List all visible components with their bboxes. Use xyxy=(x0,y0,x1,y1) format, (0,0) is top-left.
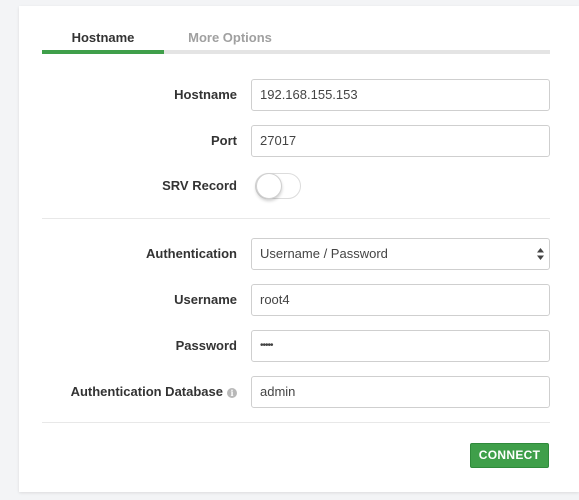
select-arrows-icon xyxy=(537,248,544,260)
authentication-selected-value: Username / Password xyxy=(260,246,388,261)
hostname-input[interactable]: 192.168.155.153 xyxy=(251,79,550,111)
password-label: Password xyxy=(175,338,237,353)
tab-more-options[interactable]: More Options xyxy=(164,28,296,50)
authentication-select[interactable]: Username / Password xyxy=(251,238,550,270)
connect-button[interactable]: CONNECT xyxy=(470,443,549,468)
tab-hostname[interactable]: Hostname xyxy=(42,28,164,50)
footer-divider xyxy=(42,422,550,423)
srv-record-label: SRV Record xyxy=(162,178,237,193)
port-input[interactable]: 27017 xyxy=(251,125,550,157)
connect-form-card: Hostname More Options Hostname 192.168.1… xyxy=(19,6,579,492)
auth-database-label: Authentication Database xyxy=(70,384,223,399)
auth-database-input[interactable]: admin xyxy=(251,376,550,408)
info-icon[interactable]: i xyxy=(227,388,237,398)
srv-record-toggle[interactable] xyxy=(255,173,301,199)
hostname-row: Hostname 192.168.155.153 xyxy=(19,79,579,111)
password-row: Password ••••• xyxy=(19,330,579,362)
toggle-knob xyxy=(256,173,282,199)
active-tab-indicator xyxy=(42,50,164,54)
section-divider xyxy=(42,218,550,219)
tab-bar: Hostname More Options xyxy=(42,28,550,55)
authentication-row: Authentication Username / Password xyxy=(19,238,579,270)
port-row: Port 27017 xyxy=(19,125,579,157)
port-label: Port xyxy=(211,133,237,148)
authentication-label: Authentication xyxy=(146,246,237,261)
username-row: Username root4 xyxy=(19,284,579,316)
auth-database-row: Authentication Database i admin xyxy=(19,376,579,408)
username-input[interactable]: root4 xyxy=(251,284,550,316)
srv-record-row: SRV Record xyxy=(19,172,579,204)
password-input[interactable]: ••••• xyxy=(251,330,550,362)
hostname-label: Hostname xyxy=(174,87,237,102)
username-label: Username xyxy=(174,292,237,307)
auth-database-label-wrap: Authentication Database i xyxy=(71,376,237,408)
